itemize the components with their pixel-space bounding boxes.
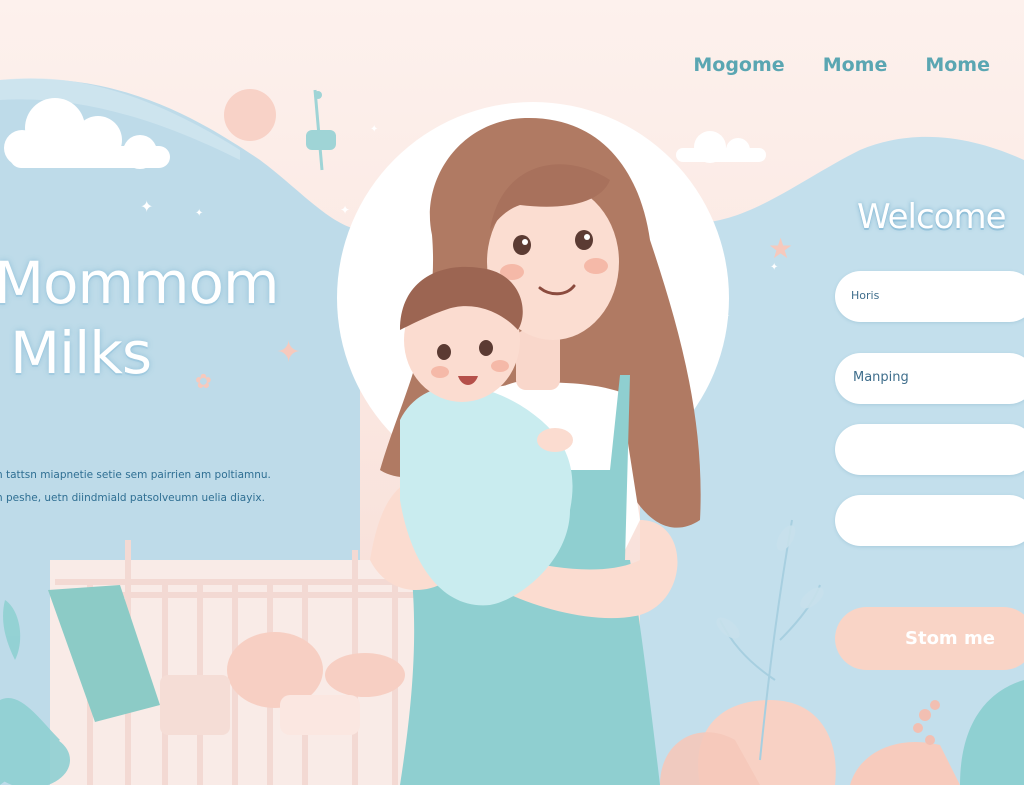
hero-description: n tattsn miapnetie setie sem pairrien am… (0, 464, 336, 510)
nav-link-mogome[interactable]: Mogome (693, 54, 784, 76)
submit-button[interactable]: Stom me (835, 607, 1024, 670)
sun (224, 89, 276, 141)
svg-text:✦: ✦ (340, 203, 350, 217)
hero-title: Mommom Milks (0, 248, 324, 388)
hero-description-line2: n peshe, uetn diindmiald patsolveumn uel… (0, 492, 265, 504)
hero-title-line1: Mommom (0, 249, 280, 317)
svg-text:✦: ✦ (195, 208, 203, 219)
svg-text:✦: ✦ (370, 124, 378, 135)
nav-link-mome[interactable]: Mome (823, 54, 888, 76)
horis-input-label: Horis (851, 289, 880, 302)
nav-link-mome-2[interactable]: Mome (925, 54, 990, 76)
manping-input-label: Manping (853, 370, 909, 385)
hero-description-line1: n tattsn miapnetie setie sem pairrien am… (0, 469, 271, 481)
third-input[interactable] (835, 424, 1024, 475)
welcome-heading: Welcome (857, 197, 1007, 237)
svg-text:✦: ✦ (140, 197, 153, 216)
fourth-input[interactable] (835, 495, 1024, 546)
hero-title-line2: Milks (10, 319, 152, 387)
svg-text:★: ★ (768, 232, 793, 265)
top-navigation: Mogome Mome Mome (693, 54, 990, 76)
